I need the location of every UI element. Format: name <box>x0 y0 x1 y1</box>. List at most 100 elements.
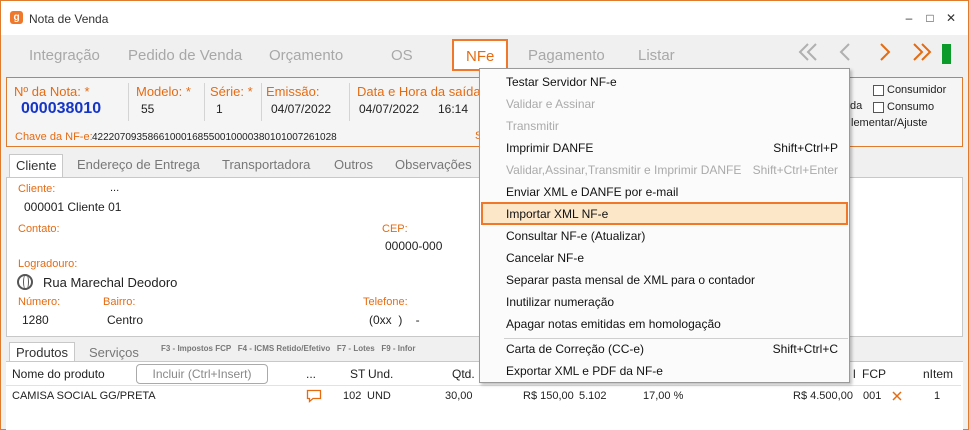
separator <box>128 83 129 121</box>
col-dots[interactable]: ... <box>306 367 316 381</box>
menu-item-imprimir-danfe[interactable]: Imprimir DANFE Shift+Ctrl+P <box>481 137 848 159</box>
nav-tab-pedido-de-venda[interactable]: Pedido de Venda <box>128 47 242 64</box>
col-fcp[interactable]: FCP <box>862 367 886 381</box>
saida-time-value[interactable]: 16:14 <box>438 102 468 116</box>
modelo-label: Modelo: * <box>136 84 191 99</box>
menu-item-consultar-nfe[interactable]: Consultar NF-e (Atualizar) <box>481 225 848 247</box>
row-cfop: 5.102 <box>579 390 607 402</box>
complementar-ajuste-label: lementar/Ajuste <box>851 117 928 129</box>
separator <box>349 83 350 121</box>
bairro-label: Bairro: <box>103 296 136 308</box>
delete-icon[interactable] <box>891 390 903 402</box>
status-indicator <box>942 44 951 64</box>
serie-value[interactable]: 1 <box>216 102 223 116</box>
telefone-value[interactable]: (0xx ) - <box>369 313 420 327</box>
telefone-label: Telefone: <box>363 296 408 308</box>
tab-produtos[interactable]: Produtos <box>9 342 76 362</box>
menu-item-enviar-xml-danfe[interactable]: Enviar XML e DANFE por e-mail <box>481 181 848 203</box>
col-und[interactable]: Und. <box>368 367 393 381</box>
cep-label: CEP: <box>382 223 408 235</box>
row-fcp: 001 <box>863 390 882 402</box>
window-title: Nota de Venda <box>29 12 109 26</box>
row-st: 102 <box>343 390 362 402</box>
tab-servicos[interactable]: Serviços <box>89 345 139 360</box>
nav-tab-os[interactable]: OS <box>391 47 413 64</box>
nav-tab-orcamento[interactable]: Orçamento <box>269 47 343 64</box>
bairro-value[interactable]: Centro <box>107 313 143 327</box>
chevron-right-icon[interactable] <box>877 41 893 63</box>
globe-icon[interactable] <box>17 274 33 290</box>
numero-value[interactable]: 1280 <box>22 313 49 327</box>
row-und: UND <box>367 390 391 402</box>
menu-item-exportar-xml-pdf[interactable]: Exportar XML e PDF da NF-e <box>481 360 848 382</box>
tab-transportadora[interactable]: Transportadora <box>222 157 310 172</box>
double-chevron-left-icon[interactable] <box>797 41 819 63</box>
chave-nfe-value[interactable]: 4222070935866100016855001000038010100726… <box>92 132 337 143</box>
consumidor-label: Consumidor <box>887 84 947 96</box>
shortcut-hints: F3 - Impostos FCP F4 - ICMS Retido/Efeti… <box>161 344 416 353</box>
menu-item-carta-correcao[interactable]: Carta de Correção (CC-e) Shift+Ctrl+C <box>481 338 848 360</box>
app-logo-icon: g <box>10 11 23 24</box>
menu-item-separar-pasta[interactable]: Separar pasta mensal de XML para o conta… <box>481 269 848 291</box>
menu-item-apagar-homologacao[interactable]: Apagar notas emitidas em homologação <box>481 313 848 335</box>
nfe-dropdown-menu: Testar Servidor NF-e Validar e Assinar T… <box>479 68 850 383</box>
tab-endereco-entrega[interactable]: Endereço de Entrega <box>77 157 200 172</box>
col-st[interactable]: ST <box>350 367 365 381</box>
emissao-value[interactable]: 04/07/2022 <box>271 102 331 116</box>
saida-label: Data e Hora da saída <box>357 84 481 99</box>
minimize-icon[interactable]: – <box>901 10 917 26</box>
saida-date-value[interactable]: 04/07/2022 <box>359 102 419 116</box>
cliente-search-button[interactable]: ... <box>110 182 119 194</box>
contato-label: Contato: <box>18 223 60 235</box>
separator <box>204 83 205 121</box>
menu-item-validar-transmitir-imprimir: Validar,Assinar,Transmitir e Imprimir DA… <box>506 163 838 177</box>
consumidor-checkbox[interactable] <box>873 85 884 96</box>
numero-label: Número: <box>18 296 61 308</box>
row-total: R$ 4.500,00 <box>793 390 853 402</box>
consumo-checkbox[interactable] <box>873 102 884 113</box>
nav-tab-pagamento[interactable]: Pagamento <box>528 47 605 64</box>
col-l[interactable]: l <box>853 367 856 381</box>
col-qtd[interactable]: Qtd. <box>452 367 475 381</box>
menu-item-transmitir: Transmitir <box>506 119 559 133</box>
serie-label: Série: * <box>210 84 253 99</box>
logradouro-label: Logradouro: <box>18 258 78 270</box>
emissao-label: Emissão: <box>266 84 320 99</box>
nav-tab-nfe[interactable]: NFe <box>452 39 509 71</box>
incluir-button[interactable]: Incluir (Ctrl+Insert) <box>136 364 268 384</box>
separator <box>261 83 262 121</box>
logradouro-value[interactable]: Rua Marechal Deodoro <box>43 275 177 290</box>
double-chevron-right-icon[interactable] <box>911 41 933 63</box>
col-nome-produto[interactable]: Nome do produto <box>12 367 105 381</box>
chevron-left-icon[interactable] <box>837 41 853 63</box>
menu-item-importar-xml[interactable]: Importar XML NF-e <box>481 202 848 225</box>
row-item: 1 <box>934 390 941 402</box>
tab-cliente[interactable]: Cliente <box>9 154 64 178</box>
menu-item-testar-servidor[interactable]: Testar Servidor NF-e <box>481 71 848 93</box>
row-aliquota: 17,00 % <box>643 390 684 402</box>
cliente-label: Cliente: <box>18 183 56 195</box>
close-icon[interactable]: ✕ <box>943 10 959 26</box>
nav-tab-integracao[interactable]: Integração <box>29 47 100 64</box>
col-nitem[interactable]: nItem <box>923 367 953 381</box>
comment-icon[interactable] <box>306 389 322 403</box>
row-nome: CAMISA SOCIAL GG/PRETA <box>12 390 156 402</box>
row-qtd: 30,00 <box>445 390 473 402</box>
tab-outros[interactable]: Outros <box>334 157 373 172</box>
menu-item-inutilizar[interactable]: Inutilizar numeração <box>481 291 848 313</box>
maximize-icon[interactable]: □ <box>922 10 938 26</box>
title-bar: g Nota de Venda – □ ✕ <box>1 1 968 35</box>
menu-item-cancelar-nfe[interactable]: Cancelar NF-e <box>481 247 848 269</box>
cliente-value[interactable]: 000001 Cliente 01 <box>24 200 121 214</box>
row-valor: R$ 150,00 <box>523 390 574 402</box>
table-row[interactable]: CAMISA SOCIAL GG/PRETA 102 UND 30,00 R$ … <box>6 385 961 405</box>
numero-nota-label: Nº da Nota: * <box>14 84 90 99</box>
da-label: da <box>850 100 863 112</box>
menu-item-validar-assinar: Validar e Assinar <box>506 97 596 111</box>
numero-nota-value[interactable]: 000038010 <box>21 100 101 118</box>
tab-observacoes[interactable]: Observações <box>395 157 472 172</box>
cep-value[interactable]: 00000-000 <box>385 239 442 253</box>
chave-nfe-label: Chave da NF-e: <box>15 131 93 143</box>
nav-tab-listar[interactable]: Listar <box>638 47 675 64</box>
modelo-value[interactable]: 55 <box>141 102 154 116</box>
